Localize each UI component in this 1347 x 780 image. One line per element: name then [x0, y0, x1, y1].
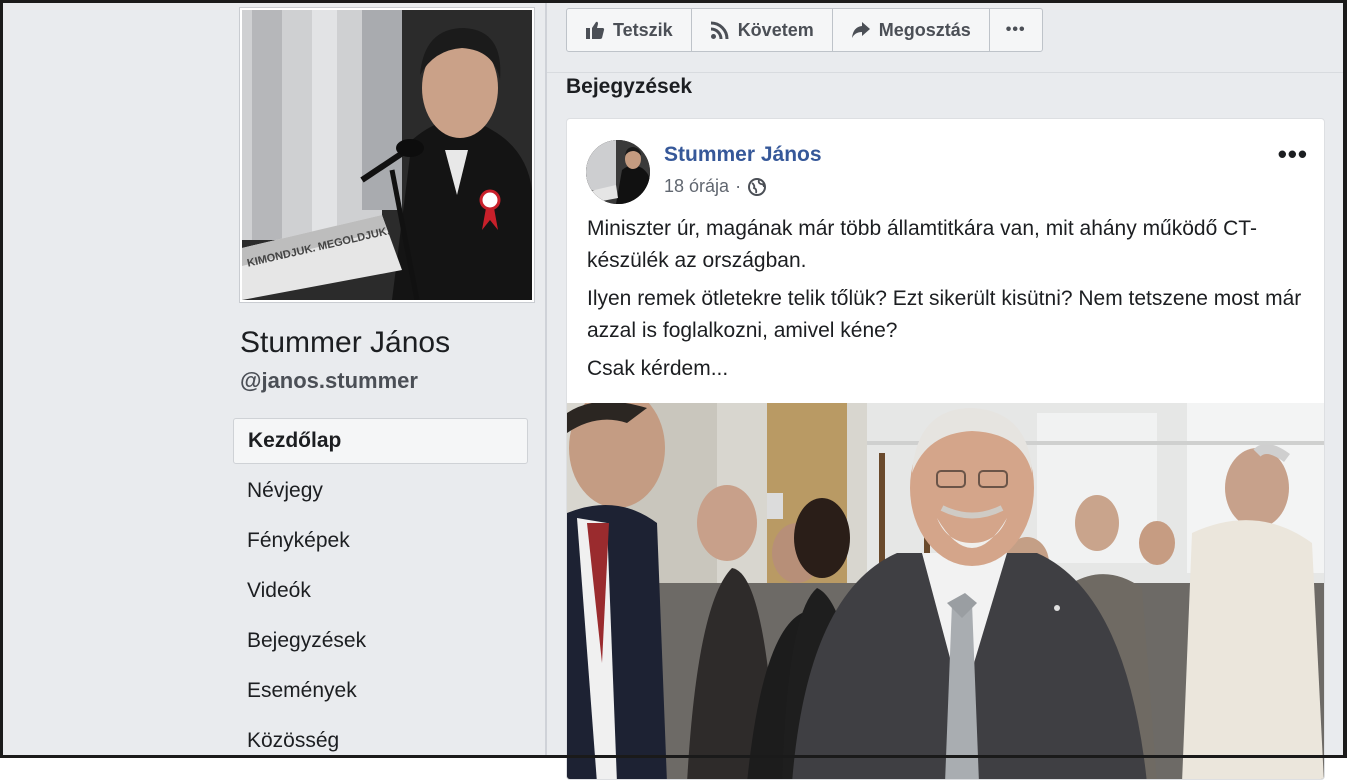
post-author-name[interactable]: Stummer János	[664, 143, 822, 167]
post-card: Stummer János 18 órája · ••• Miniszter ú…	[566, 118, 1325, 780]
like-button[interactable]: Tetszik	[567, 9, 692, 51]
globe-icon[interactable]	[747, 177, 767, 197]
page-action-bar: Tetszik Követem Megosztás •••	[566, 8, 1043, 52]
thumbs-up-icon	[586, 21, 605, 39]
nav-item-events[interactable]: Események	[233, 668, 528, 714]
follow-button-label: Követem	[737, 19, 814, 40]
avatar-photo	[586, 140, 650, 204]
section-title: Bejegyzések	[566, 75, 693, 98]
profile-picture[interactable]: KIMONDJUK. MEGOLDJUK.	[240, 8, 534, 302]
share-button[interactable]: Megosztás	[833, 9, 990, 51]
nav-item-community[interactable]: Közösség	[233, 718, 528, 764]
post-photo[interactable]	[567, 403, 1324, 779]
meta-separator: ·	[735, 176, 742, 196]
post-meta: 18 órája ·	[664, 176, 767, 197]
post-paragraph: Miniszter úr, magának már több államtitk…	[587, 217, 1257, 272]
share-arrow-icon	[851, 22, 870, 38]
post-paragraph: Csak kérdem...	[587, 357, 729, 380]
page-navigation: Kezdőlap Névjegy Fényképek Videók Bejegy…	[233, 418, 528, 768]
more-dots-icon: •••	[1005, 21, 1026, 38]
post-photo-illustration	[567, 403, 1324, 779]
profile-name[interactable]: Stummer János	[240, 326, 450, 360]
nav-item-photos[interactable]: Fényképek	[233, 518, 528, 564]
post-author-avatar[interactable]	[586, 140, 650, 204]
rss-icon	[710, 21, 729, 40]
nav-item-about[interactable]: Névjegy	[233, 468, 528, 514]
header-separator	[547, 72, 1347, 73]
profile-handle[interactable]: @janos.stummer	[240, 368, 418, 394]
post-text: Miniszter úr, magának már több államtitk…	[587, 213, 1307, 391]
post-paragraph: Ilyen remek ötletekre telik tőlük? Ezt s…	[587, 287, 1302, 342]
post-options-button[interactable]: •••	[1278, 139, 1308, 170]
post-timestamp[interactable]: 18 órája	[664, 176, 729, 197]
more-options-button[interactable]: •••	[990, 9, 1042, 51]
nav-item-home[interactable]: Kezdőlap	[233, 418, 528, 464]
nav-item-videos[interactable]: Videók	[233, 568, 528, 614]
nav-item-posts[interactable]: Bejegyzések	[233, 618, 528, 664]
share-button-label: Megosztás	[878, 19, 971, 40]
like-button-label: Tetszik	[613, 19, 673, 40]
follow-button[interactable]: Követem	[692, 9, 833, 51]
